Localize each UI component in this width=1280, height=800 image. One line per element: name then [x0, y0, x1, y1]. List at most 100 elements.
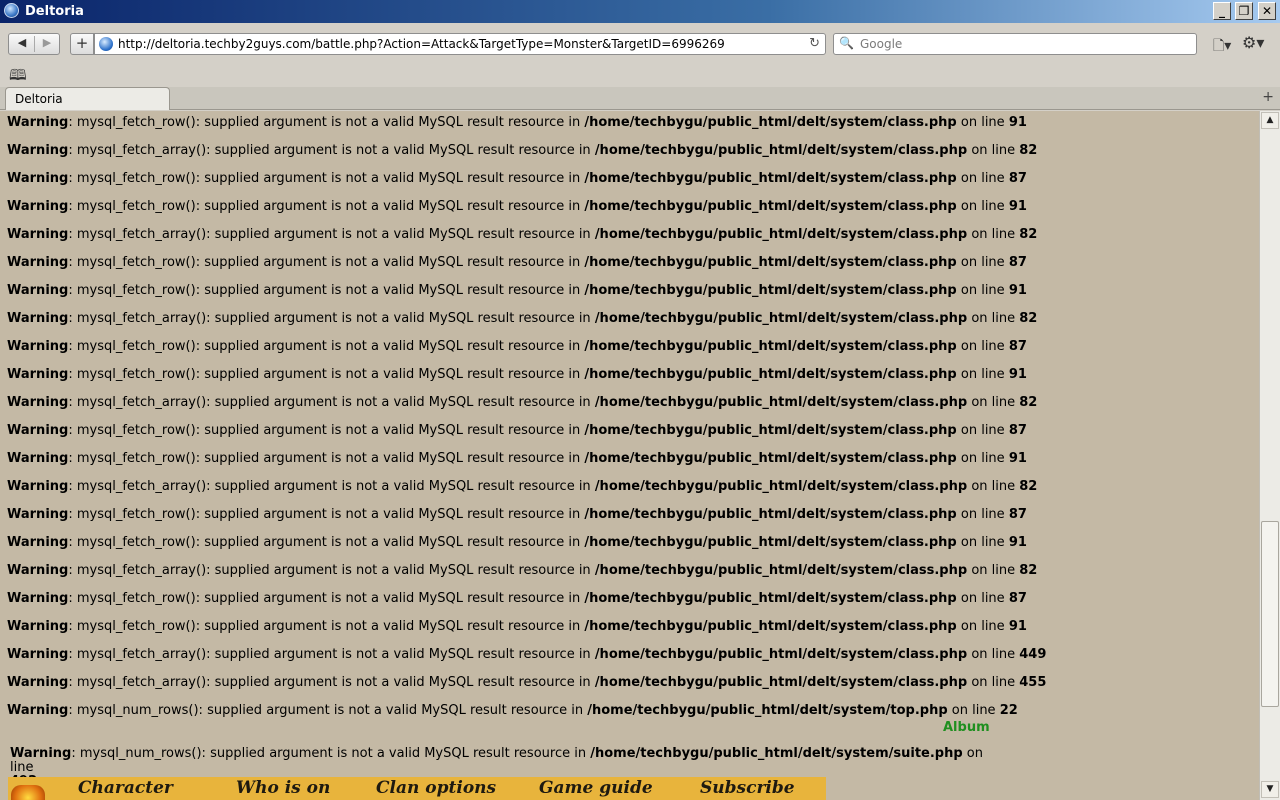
- warning-line-number: 87: [1008, 423, 1027, 438]
- tab-label: Deltoria: [15, 92, 63, 106]
- warning-path: /home/techbygu/public_html/delt/system/c…: [594, 675, 968, 690]
- warning-line-number: 91: [1008, 367, 1027, 382]
- warning-label: Warning: [7, 591, 69, 606]
- warning-line-number: 22: [999, 703, 1018, 718]
- warning-message: : mysql_fetch_array(): supplied argument…: [68, 675, 595, 690]
- nav-sun-logo-icon: [11, 785, 45, 800]
- window-title: Deltoria: [25, 4, 84, 19]
- warning-online: on line: [967, 311, 1020, 326]
- warning-line: Warning: mysql_fetch_array(): supplied a…: [7, 143, 1037, 158]
- scroll-thumb[interactable]: [1261, 521, 1279, 707]
- album-link[interactable]: Album: [943, 720, 990, 735]
- warning-path: /home/techbygu/public_html/delt/system/c…: [594, 395, 968, 410]
- tools-menu-gear-icon[interactable]: ⚙▾: [1242, 33, 1264, 52]
- warning-line-number: 449: [1019, 647, 1047, 662]
- add-tab-plus-icon[interactable]: +: [1262, 89, 1274, 105]
- back-button[interactable]: ◀: [10, 36, 34, 49]
- warning-path: /home/techbygu/public_html/delt/system/c…: [584, 423, 957, 438]
- warning-line-number: 455: [1019, 675, 1047, 690]
- warning-message: : mysql_fetch_row(): supplied argument i…: [68, 367, 585, 382]
- warning-path: /home/techbygu/public_html/delt/system/c…: [584, 619, 957, 634]
- warning-message: : mysql_fetch_array(): supplied argument…: [68, 563, 595, 578]
- navigation-toolbar: ◀ ▶ + http://deltoria.techby2guys.com/ba…: [0, 23, 1280, 67]
- warning-line: Warning: mysql_fetch_row(): supplied arg…: [7, 535, 1027, 550]
- warning-line-number: 82: [1019, 227, 1038, 242]
- warning-line-number: 91: [1008, 199, 1027, 214]
- close-button[interactable]: ✕: [1258, 2, 1276, 20]
- warning-line-number: 82: [1019, 395, 1038, 410]
- warning-path: /home/techbygu/public_html/delt/system/c…: [584, 339, 957, 354]
- warning-line-number: 82: [1019, 563, 1038, 578]
- nav-game-guide[interactable]: Game guide: [539, 778, 653, 798]
- minimize-button[interactable]: _: [1213, 2, 1231, 20]
- warning-line-number: 87: [1008, 171, 1027, 186]
- site-globe-icon: [99, 37, 113, 51]
- warning-line: Warning: mysql_fetch_row(): supplied arg…: [7, 367, 1027, 382]
- warning-message: : mysql_fetch_array(): supplied argument…: [68, 479, 595, 494]
- warning-label: Warning: [7, 675, 69, 690]
- warning-line-number: 87: [1008, 591, 1027, 606]
- warning-line: Warning: mysql_fetch_array(): supplied a…: [7, 311, 1037, 326]
- warning-message: : mysql_fetch_row(): supplied argument i…: [68, 283, 585, 298]
- warning-line: Warning: mysql_fetch_row(): supplied arg…: [7, 423, 1027, 438]
- warning-path: /home/techbygu/public_html/delt/system/t…: [587, 703, 948, 718]
- reload-icon[interactable]: ↻: [809, 36, 820, 51]
- search-icon[interactable]: 🔍: [839, 36, 854, 50]
- warning-label: Warning: [7, 171, 69, 186]
- warning-online: on line: [956, 115, 1009, 130]
- warning-online: on line: [956, 339, 1009, 354]
- new-tab-button[interactable]: +: [70, 33, 94, 55]
- app-icon: [4, 3, 19, 18]
- warning-label: Warning: [7, 395, 69, 410]
- warning-line-number: 91: [1008, 283, 1027, 298]
- warning-message: : mysql_num_rows(): supplied argument is…: [68, 703, 588, 718]
- warning-online: on line: [956, 283, 1009, 298]
- warning-label: Warning: [7, 199, 69, 214]
- search-box[interactable]: 🔍 Google: [833, 33, 1197, 55]
- page-menu-icon[interactable]: 🗋▾: [1213, 35, 1231, 59]
- vertical-scrollbar[interactable]: ▲ ▼: [1259, 111, 1280, 800]
- warning-online: on line: [956, 591, 1009, 606]
- warning-path: /home/techbygu/public_html/delt/system/c…: [584, 171, 957, 186]
- warning-label: Warning: [7, 507, 69, 522]
- address-bar[interactable]: http://deltoria.techby2guys.com/battle.p…: [94, 33, 826, 55]
- warning-online: on line: [956, 507, 1009, 522]
- warning-label: Warning: [10, 746, 72, 761]
- warning-path: /home/techbygu/public_html/delt/system/c…: [594, 143, 968, 158]
- warning-label: Warning: [7, 479, 69, 494]
- scroll-down-arrow-icon[interactable]: ▼: [1261, 781, 1279, 798]
- warning-label: Warning: [7, 311, 69, 326]
- warning-line-number: 87: [1008, 255, 1027, 270]
- warning-path: /home/techbygu/public_html/delt/system/c…: [594, 311, 968, 326]
- tab-deltoria[interactable]: Deltoria: [5, 87, 170, 110]
- warning-label: Warning: [7, 339, 69, 354]
- nav-who-is-on[interactable]: Who is on: [236, 778, 330, 798]
- warning-path: /home/techbygu/public_html/delt/system/c…: [584, 283, 957, 298]
- warning-label: Warning: [7, 227, 69, 242]
- nav-clan-options[interactable]: Clan options: [376, 778, 496, 798]
- warning-label: Warning: [7, 535, 69, 550]
- maximize-button[interactable]: ❐: [1235, 2, 1253, 20]
- warning-line-number: 91: [1008, 451, 1027, 466]
- warning-online: on line: [956, 451, 1009, 466]
- warning-online: on line: [956, 619, 1009, 634]
- warning-online: on line: [967, 227, 1020, 242]
- url-text[interactable]: http://deltoria.techby2guys.com/battle.p…: [118, 37, 725, 51]
- warning-line: Warning: mysql_fetch_row(): supplied arg…: [7, 255, 1027, 270]
- warning-line-number: 82: [1019, 311, 1038, 326]
- tab-strip: Deltoria +: [0, 87, 1280, 110]
- warning-message: : mysql_fetch_row(): supplied argument i…: [68, 535, 585, 550]
- warning-label: Warning: [7, 255, 69, 270]
- warning-online: on line: [967, 647, 1020, 662]
- warning-path: /home/techbygu/public_html/delt/system/c…: [594, 479, 968, 494]
- scroll-up-arrow-icon[interactable]: ▲: [1261, 112, 1279, 129]
- warning-path: /home/techbygu/public_html/delt/system/c…: [584, 199, 957, 214]
- nav-character[interactable]: Character: [78, 778, 173, 798]
- page-content: Warning: mysql_fetch_row(): supplied arg…: [0, 111, 1259, 800]
- warning-online: on line: [967, 479, 1020, 494]
- nav-subscribe[interactable]: Subscribe: [700, 778, 795, 798]
- warning-path: /home/techbygu/public_html/delt/system/c…: [584, 115, 957, 130]
- warning-line: Warning: mysql_fetch_array(): supplied a…: [7, 227, 1037, 242]
- warning-line: Warning: mysql_fetch_row(): supplied arg…: [7, 171, 1027, 186]
- forward-button[interactable]: ▶: [35, 36, 59, 49]
